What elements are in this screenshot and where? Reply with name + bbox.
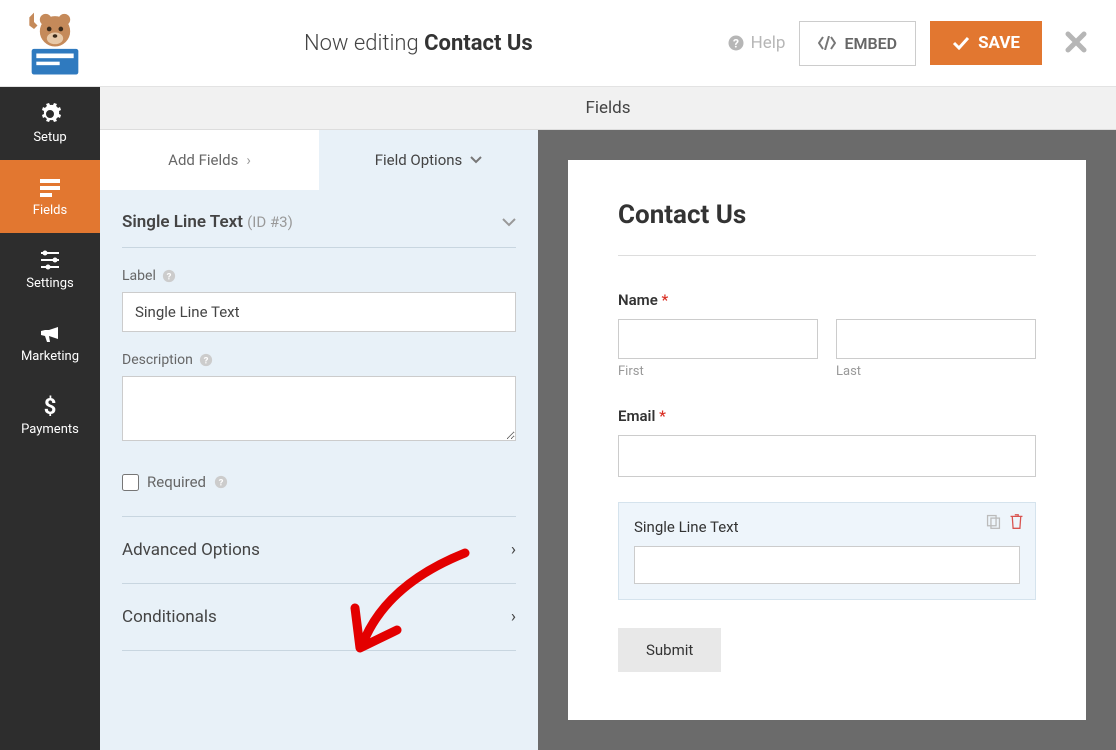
chevron-right-icon: › xyxy=(511,540,516,560)
save-button[interactable]: SAVE xyxy=(930,21,1042,65)
tab-add-label: Add Fields xyxy=(168,151,238,169)
editing-form-name: Contact Us xyxy=(424,31,533,56)
email-field-label: Email * xyxy=(618,407,1036,425)
workspace: Add Fields › Field Options Single Line T… xyxy=(100,130,1116,750)
sliders-icon xyxy=(38,248,62,272)
chevron-down-icon xyxy=(470,156,482,164)
sidebar-item-setup[interactable]: Setup xyxy=(0,87,100,160)
help-link[interactable]: ? Help xyxy=(727,33,786,53)
sidebar-item-settings[interactable]: Settings xyxy=(0,233,100,306)
description-caption: Description xyxy=(122,352,193,368)
selected-field-input[interactable] xyxy=(634,546,1020,584)
sidebar-payments-label: Payments xyxy=(21,422,79,437)
check-icon xyxy=(952,36,970,50)
email-input[interactable] xyxy=(618,435,1036,477)
chevron-right-icon: › xyxy=(246,151,251,169)
required-checkbox[interactable] xyxy=(122,474,139,491)
form-icon xyxy=(38,175,62,199)
name-field-label: Name * xyxy=(618,291,1036,309)
advanced-label: Advanced Options xyxy=(122,540,260,560)
editing-title: Now editing Contact Us xyxy=(110,31,727,56)
field-header[interactable]: Single Line Text (ID #3) xyxy=(122,190,516,248)
form-preview: Contact Us Name * First Last xyxy=(568,160,1086,720)
gear-icon xyxy=(38,102,62,126)
first-sublabel: First xyxy=(618,364,818,379)
header-actions: ? Help EMBED SAVE xyxy=(727,21,1096,66)
svg-text:?: ? xyxy=(219,478,224,489)
field-type-name: Single Line Text xyxy=(122,212,243,232)
help-icon[interactable]: ? xyxy=(162,269,176,283)
advanced-options-row[interactable]: Advanced Options › xyxy=(122,517,516,584)
top-header: Now editing Contact Us ? Help EMBED SAVE xyxy=(0,0,1116,87)
required-option: Required ? xyxy=(122,445,516,517)
name-field-row: First Last xyxy=(618,319,1036,379)
tab-add-fields[interactable]: Add Fields › xyxy=(100,130,319,190)
left-sidebar: Setup Fields Settings Marketing $ Paymen… xyxy=(0,87,100,750)
last-sublabel: Last xyxy=(836,364,1036,379)
selected-field[interactable]: Single Line Text xyxy=(618,502,1036,600)
app-logo xyxy=(20,8,90,78)
last-name-input[interactable] xyxy=(836,319,1036,359)
sidebar-item-payments[interactable]: $ Payments xyxy=(0,379,100,452)
svg-text:?: ? xyxy=(166,272,171,283)
label-caption: Label xyxy=(122,268,156,284)
help-icon[interactable]: ? xyxy=(199,353,213,367)
main-area: Fields Add Fields › Field Options Single… xyxy=(100,87,1116,750)
svg-text:?: ? xyxy=(733,37,739,51)
code-icon xyxy=(818,36,836,50)
options-panel: Add Fields › Field Options Single Line T… xyxy=(100,130,538,750)
sidebar-marketing-label: Marketing xyxy=(21,349,79,364)
delete-icon[interactable] xyxy=(1008,513,1025,530)
svg-text:?: ? xyxy=(203,356,208,367)
field-id: (ID #3) xyxy=(247,213,293,231)
chevron-down-icon xyxy=(502,218,516,227)
save-label: SAVE xyxy=(978,33,1020,53)
preview-panel: Contact Us Name * First Last xyxy=(538,130,1116,750)
megaphone-icon xyxy=(38,321,62,345)
sidebar-settings-label: Settings xyxy=(26,276,73,291)
dollar-icon: $ xyxy=(38,394,62,418)
tab-field-options[interactable]: Field Options xyxy=(319,130,538,190)
conditionals-row[interactable]: Conditionals › xyxy=(122,584,516,651)
sidebar-item-marketing[interactable]: Marketing xyxy=(0,306,100,379)
sidebar-setup-label: Setup xyxy=(33,130,66,145)
first-name-input[interactable] xyxy=(618,319,818,359)
field-options-body: Single Line Text (ID #3) Label ? xyxy=(100,190,538,651)
duplicate-icon[interactable] xyxy=(985,513,1002,530)
label-option: Label ? xyxy=(122,268,516,332)
help-icon: ? xyxy=(727,34,745,52)
sidebar-item-fields[interactable]: Fields xyxy=(0,160,100,233)
panel-tabs: Add Fields › Field Options xyxy=(100,130,538,190)
close-icon xyxy=(1065,31,1087,53)
close-button[interactable] xyxy=(1056,26,1096,61)
embed-label: EMBED xyxy=(844,34,897,53)
panel-title: Fields xyxy=(100,87,1116,130)
description-option: Description ? xyxy=(122,352,516,445)
form-title: Contact Us xyxy=(618,200,1036,256)
conditionals-label: Conditionals xyxy=(122,607,217,627)
chevron-right-icon: › xyxy=(511,607,516,627)
description-input[interactable] xyxy=(122,376,516,441)
help-icon[interactable]: ? xyxy=(214,475,228,489)
editing-prefix: Now editing xyxy=(304,31,419,56)
label-input[interactable] xyxy=(122,292,516,332)
embed-button[interactable]: EMBED xyxy=(799,21,916,66)
required-label: Required xyxy=(147,473,206,491)
selected-field-label: Single Line Text xyxy=(634,518,1020,536)
submit-button[interactable]: Submit xyxy=(618,628,721,672)
tab-options-label: Field Options xyxy=(375,151,463,169)
sidebar-fields-label: Fields xyxy=(33,203,67,218)
help-label: Help xyxy=(751,33,786,53)
svg-text:$: $ xyxy=(44,395,57,418)
